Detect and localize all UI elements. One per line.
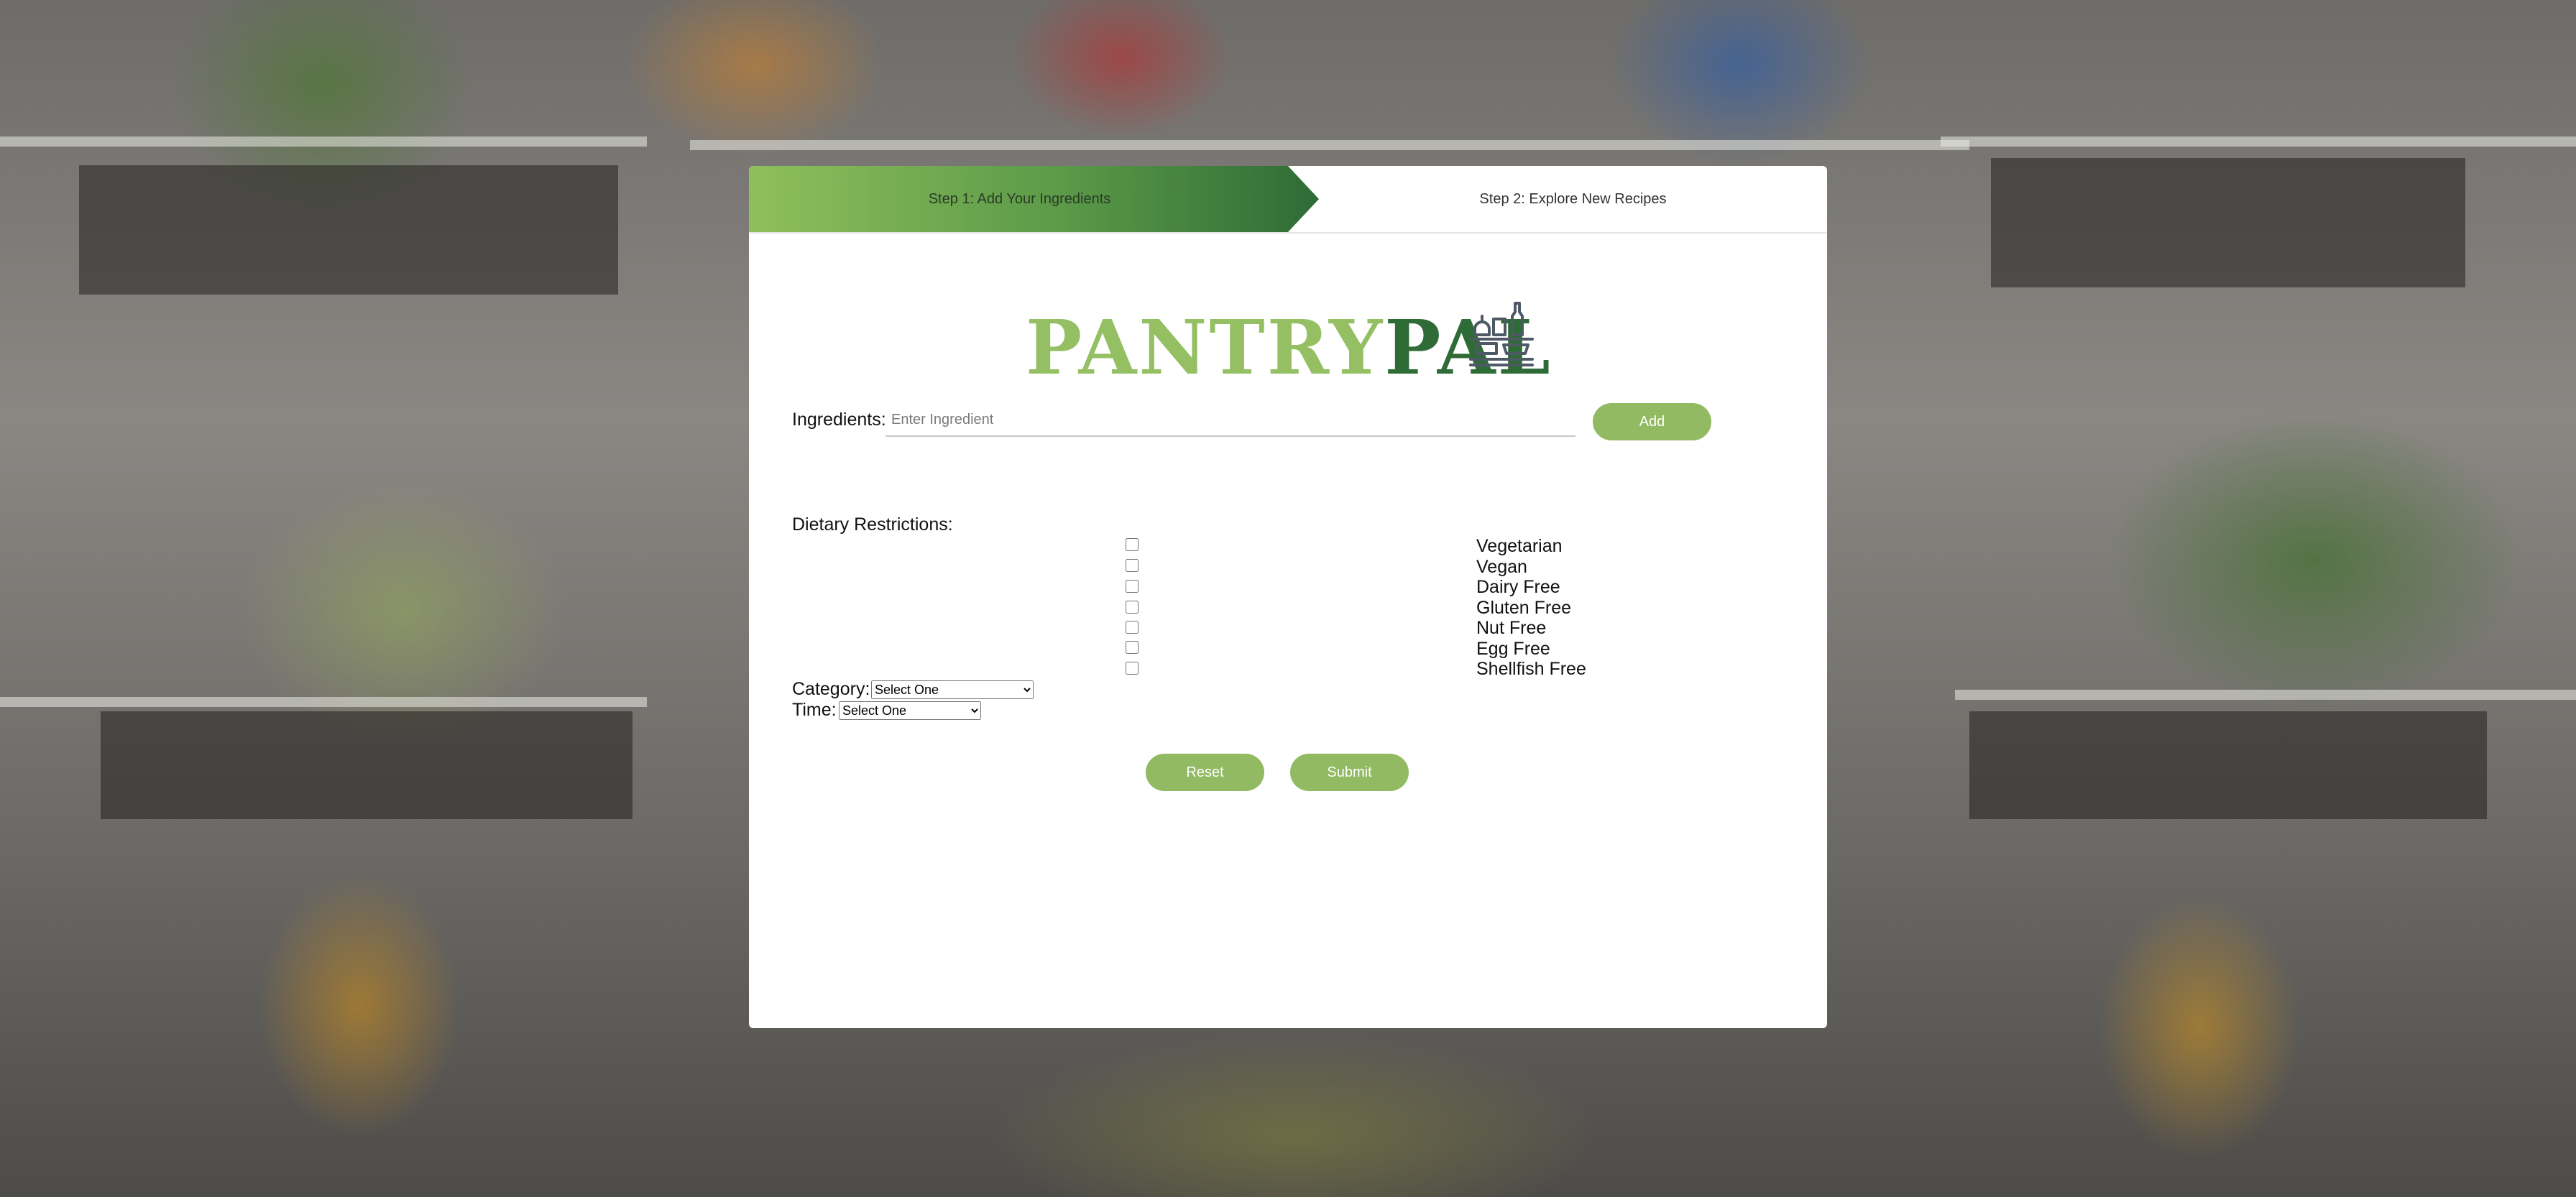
- step-2-label: Step 2: Explore New Recipes: [1479, 190, 1667, 207]
- checkbox-nut-free[interactable]: [1126, 621, 1138, 634]
- reset-button[interactable]: Reset: [1146, 754, 1264, 791]
- checkbox-vegan[interactable]: [1126, 559, 1138, 572]
- background-shelf: [1941, 137, 2576, 147]
- background-shelf-shadow: [79, 165, 618, 295]
- background-shelf: [0, 137, 647, 147]
- label-nut-free: Nut Free: [1476, 618, 1547, 638]
- background-shelf-shadow: [1969, 711, 2487, 819]
- background-shelf-shadow: [1991, 158, 2465, 287]
- ingredient-input[interactable]: [886, 404, 1576, 437]
- step-1-tab[interactable]: Step 1: Add Your Ingredients: [749, 166, 1319, 232]
- label-shellfish-free: Shellfish Free: [1476, 659, 1586, 679]
- logo-text-pantry: PANTRY: [1026, 303, 1385, 392]
- dietary-restrictions-label: Dietary Restrictions:: [792, 514, 953, 535]
- label-egg-free: Egg Free: [1476, 639, 1550, 659]
- form-card: Step 1: Add Your Ingredients Step 2: Exp…: [749, 166, 1827, 1028]
- step-1-label: Step 1: Add Your Ingredients: [928, 190, 1111, 207]
- category-label: Category:: [792, 679, 870, 699]
- checkbox-vegetarian[interactable]: [1126, 538, 1138, 551]
- step-2-tab[interactable]: Step 2: Explore New Recipes: [1319, 166, 1827, 232]
- add-ingredient-button[interactable]: Add: [1593, 403, 1711, 440]
- label-gluten-free: Gluten Free: [1476, 598, 1572, 618]
- step-progress-bar: Step 1: Add Your Ingredients Step 2: Exp…: [749, 166, 1827, 234]
- checkbox-egg-free[interactable]: [1126, 641, 1138, 654]
- pantry-shelf-icon: [1469, 302, 1534, 366]
- background-shelf: [690, 140, 1969, 150]
- label-dairy-free: Dairy Free: [1476, 577, 1560, 597]
- checkbox-gluten-free[interactable]: [1126, 601, 1138, 614]
- background-shelf: [1955, 690, 2576, 700]
- ingredients-label: Ingredients:: [792, 410, 886, 430]
- checkbox-shellfish-free[interactable]: [1126, 662, 1138, 675]
- background-shelf-shadow: [101, 711, 632, 819]
- label-vegetarian: Vegetarian: [1476, 536, 1563, 556]
- label-vegan: Vegan: [1476, 557, 1527, 577]
- time-select[interactable]: Select One: [839, 701, 981, 720]
- checkbox-dairy-free[interactable]: [1126, 580, 1138, 593]
- submit-button[interactable]: Submit: [1290, 754, 1409, 791]
- background-shelf: [0, 697, 647, 707]
- category-select[interactable]: Select One: [871, 680, 1034, 699]
- time-label: Time:: [792, 700, 837, 720]
